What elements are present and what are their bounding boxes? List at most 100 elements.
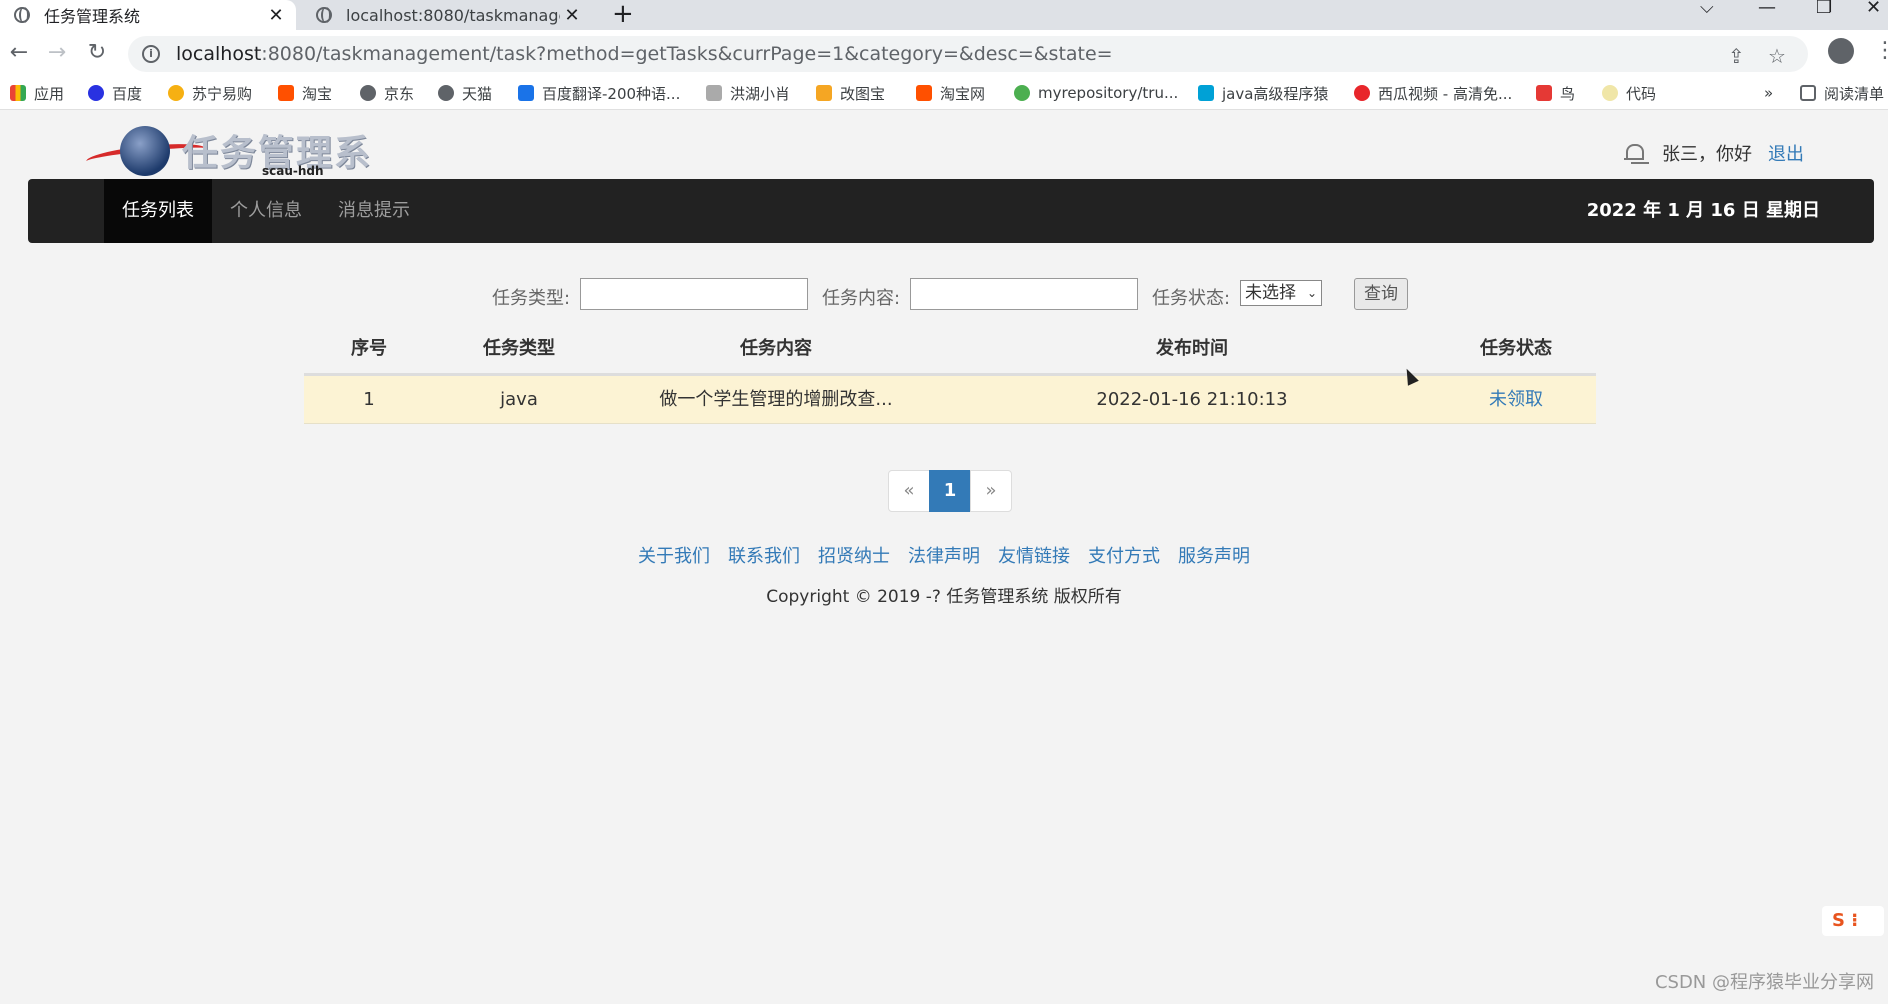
taobao-icon [278,85,294,101]
cell-type: java [500,389,538,410]
back-icon[interactable]: ← [4,38,34,68]
globe-icon [14,7,30,23]
task-type-label: 任务类型: [492,288,571,309]
bookmark-label: 苏宁易购 [192,84,253,103]
new-tab-button[interactable]: + [612,0,634,30]
browser-tab-active[interactable]: 任务管理系统 ✕ [0,0,296,30]
menu-icon[interactable]: ⋮ [1874,38,1888,63]
prev-page-button[interactable]: « [888,470,930,512]
page-button-current[interactable]: 1 [929,470,971,512]
task-state-select[interactable]: 未选择 ⌄ [1240,280,1322,306]
bookmark-item[interactable]: 京东 [360,82,414,104]
current-date: 2022 年 1 月 16 日 星期日 [1586,200,1820,221]
bookmark-item[interactable]: 淘宝网 [916,82,985,104]
query-button[interactable]: 查询 [1354,278,1408,310]
site-logo[interactable]: 任务管理系统 scau-hdh [85,120,406,226]
watermark: CSDN @程序猿毕业分享网 [1654,972,1874,993]
claim-task-link[interactable]: 未领取 [1436,376,1596,424]
column-header: 发布时间 [1156,338,1228,359]
globe-icon [438,85,454,101]
footer-link-legal[interactable]: 法律声明 [908,542,980,568]
greeting-text: 张三，你好 [1662,144,1752,165]
cell-time: 2022-01-16 21:10:13 [1096,389,1288,410]
tab-title: localhost:8080/taskmanageme [346,5,560,25]
csdn-toolbar-icon[interactable]: S ⁝ [1822,906,1884,936]
browser-tab-bar: 任务管理系统 ✕ localhost:8080/taskmanageme ✕ +… [0,0,1888,30]
forward-icon[interactable]: → [42,38,72,68]
bookmark-item[interactable]: 洪湖小肖 [706,82,790,104]
footer-link-payment[interactable]: 支付方式 [1088,542,1160,568]
apps-icon [10,85,26,101]
bookmark-item[interactable]: 苏宁易购 [168,82,252,104]
url-host: localhost [176,43,262,65]
bookmark-item[interactable]: 代码 [1602,82,1656,104]
url-text[interactable]: localhost:8080/taskmanagement/task?metho… [176,43,1113,65]
xigua-icon [1354,85,1370,101]
browser-tab-inactive[interactable]: localhost:8080/taskmanageme ✕ [302,0,592,30]
bookmark-item[interactable]: java高级程序猿 [1198,82,1328,104]
user-bar: 张三，你好 退出 [1624,140,1804,166]
reload-icon[interactable]: ↻ [82,38,112,68]
url-path: :8080/taskmanagement/task?method=getTask… [261,43,1113,65]
bookmark-label: 洪湖小肖 [730,84,791,103]
bookmark-item[interactable]: 鸟 [1536,82,1575,104]
logo-globe [120,126,170,176]
footer-link-friends[interactable]: 友情链接 [998,542,1070,568]
logout-link[interactable]: 退出 [1768,140,1804,166]
task-content-input[interactable] [910,278,1138,310]
table-header: 序号 任务类型 任务内容 发布时间 任务状态 [304,322,1596,376]
nav-profile[interactable]: 个人信息 [212,179,320,243]
column-header: 任务内容 [740,338,812,359]
footer-link-about[interactable]: 关于我们 [638,542,710,568]
share-icon[interactable]: ⇪ [1728,44,1745,68]
bookmarks-bar: 应用 百度 苏宁易购 淘宝 京东 天猫 百度翻译-200种语... 洪湖小肖 改… [0,76,1888,110]
bookmark-item[interactable]: myrepository/tru... [1014,82,1178,104]
bookmark-item[interactable]: 百度 [88,82,142,104]
image-icon [816,85,832,101]
bookmark-label: 应用 [34,84,65,103]
bookmark-label: 百度翻译-200种语... [542,84,681,103]
footer-link-contact[interactable]: 联系我们 [728,542,800,568]
bookmark-label: java高级程序猿 [1222,84,1329,103]
address-bar[interactable]: i localhost:8080/taskmanagement/task?met… [128,36,1808,72]
bookmark-item[interactable]: 天猫 [438,82,492,104]
nav-messages[interactable]: 消息提示 [320,179,428,243]
bookmark-item[interactable]: 改图宝 [816,82,885,104]
column-header: 任务状态 [1480,338,1552,359]
profile-avatar[interactable] [1828,38,1854,64]
reading-list[interactable]: 阅读清单 [1800,82,1884,104]
code-icon [1602,85,1618,101]
footer-link-service[interactable]: 服务声明 [1178,542,1250,568]
tab-search-icon[interactable]: ⌵ [1700,0,1714,30]
task-state-label: 任务状态: [1152,288,1231,309]
bookmark-label: 代码 [1626,84,1657,103]
globe-icon [360,85,376,101]
baidu-icon [88,85,104,101]
bookmarks-more[interactable]: » [1764,82,1773,104]
bookmark-item[interactable]: 百度翻译-200种语... [518,82,680,104]
star-icon[interactable]: ☆ [1768,44,1786,68]
bookmark-apps[interactable]: 应用 [10,82,64,104]
next-page-button[interactable]: » [970,470,1012,512]
bookmark-item[interactable]: 淘宝 [278,82,332,104]
bookmark-label: 西瓜视频 - 高清免... [1378,84,1513,103]
close-window-button[interactable]: ✕ [1866,0,1881,30]
close-icon[interactable]: ✕ [264,5,288,26]
footer-link-jobs[interactable]: 招贤纳士 [818,542,890,568]
bookmark-item[interactable]: 西瓜视频 - 高清免... [1354,82,1512,104]
nav-task-list[interactable]: 任务列表 [104,179,212,243]
cell-content: 做一个学生管理的增删改查... [659,389,893,410]
bookmark-label: 改图宝 [840,84,886,103]
bookmark-label: myrepository/tru... [1038,84,1179,102]
page-content: 任务管理系统 scau-hdh 张三，你好 退出 任务列表 个人信息 消息提示 … [0,110,1888,1004]
minimize-button[interactable]: — [1758,0,1776,30]
info-icon[interactable]: i [142,45,160,63]
bookmark-label: 京东 [384,84,415,103]
bookmark-label: 鸟 [1560,84,1576,103]
restore-button[interactable]: ❐ [1816,0,1832,30]
close-icon[interactable]: ✕ [560,5,584,26]
table-row[interactable]: 1 java 做一个学生管理的增删改查... 2022-01-16 21:10:… [304,376,1596,424]
task-type-input[interactable] [580,278,808,310]
bell-icon[interactable] [1624,142,1644,164]
pagination: « 1 » [888,470,1012,512]
